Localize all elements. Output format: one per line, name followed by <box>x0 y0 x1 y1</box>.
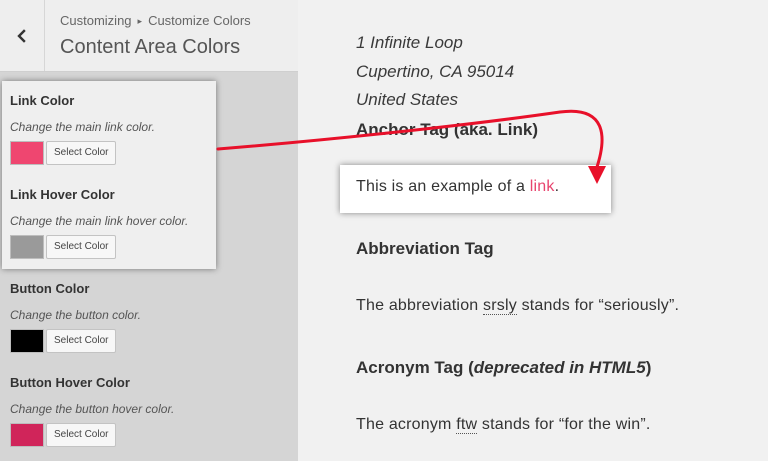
section-title: Content Area Colors <box>60 36 241 58</box>
text: stands for “for the win”. <box>477 416 651 433</box>
address-line: United States <box>356 90 459 109</box>
example-link[interactable]: link <box>530 178 555 195</box>
chevron-left-icon <box>17 28 26 43</box>
control-title: Link Hover Color <box>10 187 115 202</box>
acronym-paragraph: The acronym ftw stands for “for the win”… <box>356 416 651 434</box>
text: . <box>554 178 560 195</box>
color-swatch[interactable] <box>10 423 44 447</box>
site-preview: 1 Infinite Loop Cupertino, CA 95014 Unit… <box>298 0 768 461</box>
color-picker: Select Color <box>10 423 220 447</box>
select-color-button[interactable]: Select Color <box>46 423 117 447</box>
control-description: Change the main link hover color. <box>10 214 189 228</box>
select-color-button[interactable]: Select Color <box>46 235 117 259</box>
select-color-button[interactable]: Select Color <box>46 329 117 353</box>
button-color-control: Button Color Change the button color. Se… <box>10 281 220 353</box>
control-description: Change the button color. <box>10 308 141 322</box>
sidebar-header: Customizing ▸ Customize Colors Content Are… <box>0 0 298 72</box>
control-title: Button Hover Color <box>10 375 130 390</box>
control-description: Change the main link color. <box>10 120 155 134</box>
text: stands for “seriously”. <box>516 297 680 314</box>
color-picker: Select Color <box>10 235 220 259</box>
text: This is an example of a <box>356 178 530 195</box>
anchor-tag-heading: Anchor Tag (aka. Link) <box>356 120 538 139</box>
address-line: Cupertino, CA 95014 <box>356 62 515 81</box>
text: The acronym <box>356 416 457 433</box>
link-example-callout: This is an example of a link. <box>340 165 611 213</box>
acronym-tag-heading: Acronym Tag (deprecated in HTML5) <box>356 358 651 378</box>
control-title: Button Color <box>10 281 90 296</box>
abbreviation-tag-heading: Abbreviation Tag <box>356 239 494 258</box>
text: Acronym Tag ( <box>356 358 474 377</box>
highlighted-link-controls: Link Color Change the main link color. S… <box>2 81 216 269</box>
color-picker: Select Color <box>10 141 220 165</box>
breadcrumb-separator-icon: ▸ <box>137 16 143 26</box>
address-line: 1 Infinite Loop <box>356 33 463 52</box>
abbreviation-paragraph: The abbreviation srsly stands for “serio… <box>356 297 679 315</box>
back-button[interactable] <box>0 0 45 71</box>
control-title: Link Color <box>10 93 75 108</box>
color-swatch[interactable] <box>10 141 44 165</box>
button-hover-color-control: Button Hover Color Change the button hov… <box>10 375 220 447</box>
link-color-control: Link Color Change the main link color. S… <box>10 93 220 165</box>
text: The abbreviation <box>356 297 484 314</box>
color-swatch[interactable] <box>10 329 44 353</box>
control-description: Change the button hover color. <box>10 402 175 416</box>
color-swatch[interactable] <box>10 235 44 259</box>
acronym-term[interactable]: ftw <box>456 416 478 434</box>
link-paragraph: This is an example of a link. <box>356 178 559 196</box>
text: ) <box>645 358 652 377</box>
color-picker: Select Color <box>10 329 220 353</box>
select-color-button[interactable]: Select Color <box>46 141 117 165</box>
breadcrumb: Customizing ▸ Customize Colors <box>60 13 251 28</box>
breadcrumb-current: Customize Colors <box>148 13 251 28</box>
emphasis: deprecated in HTML5 <box>473 358 646 377</box>
link-hover-color-control: Link Hover Color Change the main link ho… <box>10 187 220 259</box>
abbreviation-term[interactable]: srsly <box>483 297 517 315</box>
breadcrumb-parent: Customizing <box>60 13 132 28</box>
